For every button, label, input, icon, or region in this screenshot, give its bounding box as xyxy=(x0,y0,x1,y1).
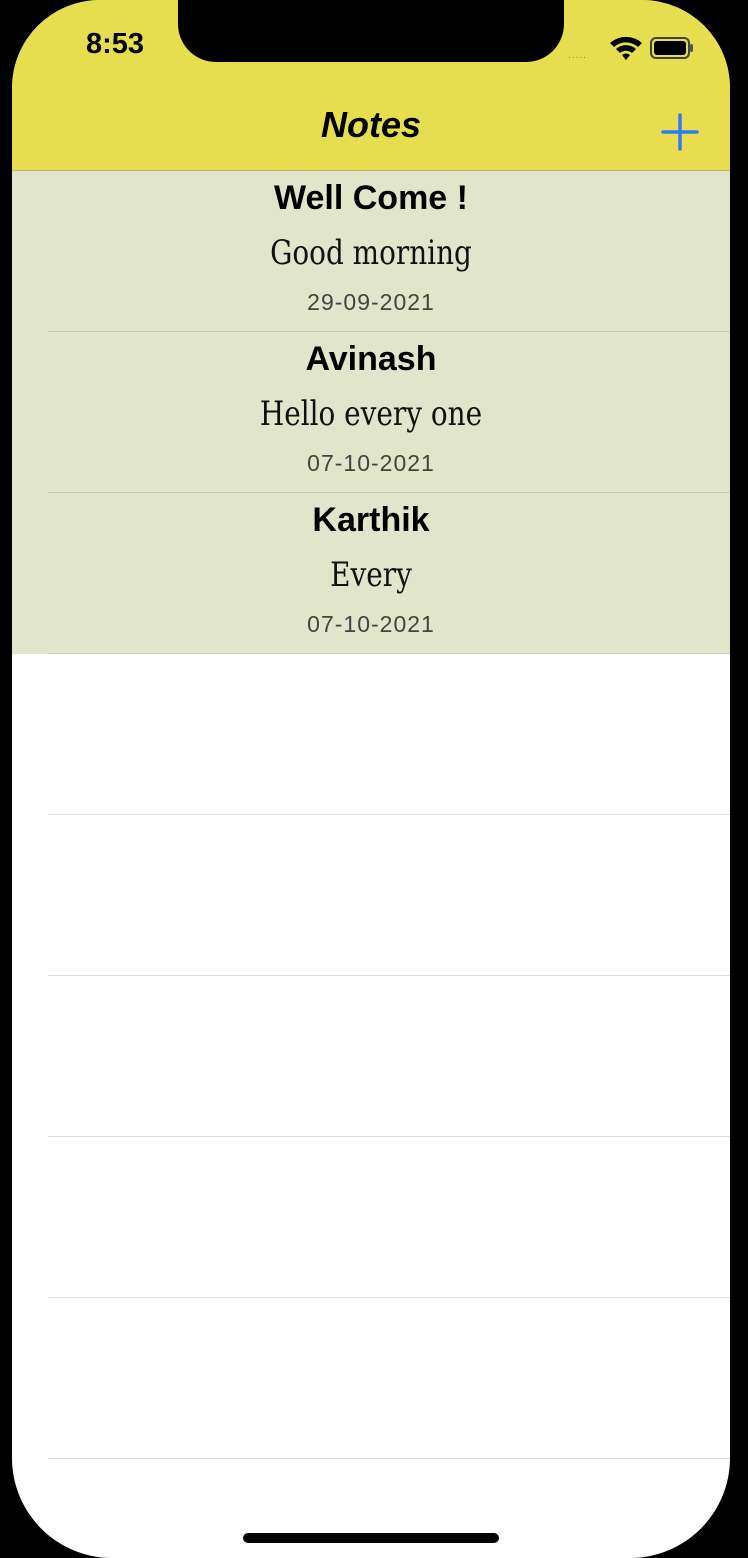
note-title: Avinash xyxy=(305,340,437,378)
note-date: 07-10-2021 xyxy=(307,450,435,476)
note-title: Well Come ! xyxy=(274,179,468,217)
phone-screen: 8:53 ..... Notes Well Come ! Good mornin… xyxy=(12,0,730,1558)
empty-row xyxy=(12,1298,730,1459)
plus-icon[interactable] xyxy=(660,112,700,152)
note-date: 07-10-2021 xyxy=(307,611,435,637)
note-body: Good morning xyxy=(270,233,472,273)
notch xyxy=(178,0,564,62)
wifi-icon xyxy=(610,36,642,60)
battery-icon xyxy=(650,37,693,59)
notes-list: Well Come ! Good morning 29-09-2021 Avin… xyxy=(12,171,730,1459)
note-date: 29-09-2021 xyxy=(307,289,435,315)
status-time: 8:53 xyxy=(85,28,145,60)
empty-row xyxy=(12,654,730,815)
note-title: Karthik xyxy=(312,501,430,539)
page-title: Notes xyxy=(320,104,422,145)
empty-row xyxy=(12,976,730,1137)
row-separator xyxy=(48,1458,730,1459)
note-row[interactable]: Karthik Every 07-10-2021 xyxy=(12,493,730,654)
note-body: Every xyxy=(330,555,412,595)
note-row[interactable]: Avinash Hello every one 07-10-2021 xyxy=(12,332,730,493)
navigation-bar: 8:53 ..... Notes xyxy=(12,0,730,171)
note-row[interactable]: Well Come ! Good morning 29-09-2021 xyxy=(12,171,730,332)
home-indicator xyxy=(243,1533,499,1543)
note-body: Hello every one xyxy=(259,394,483,434)
empty-row xyxy=(12,815,730,976)
empty-row xyxy=(12,1137,730,1298)
signal-icon: ..... xyxy=(568,50,587,61)
